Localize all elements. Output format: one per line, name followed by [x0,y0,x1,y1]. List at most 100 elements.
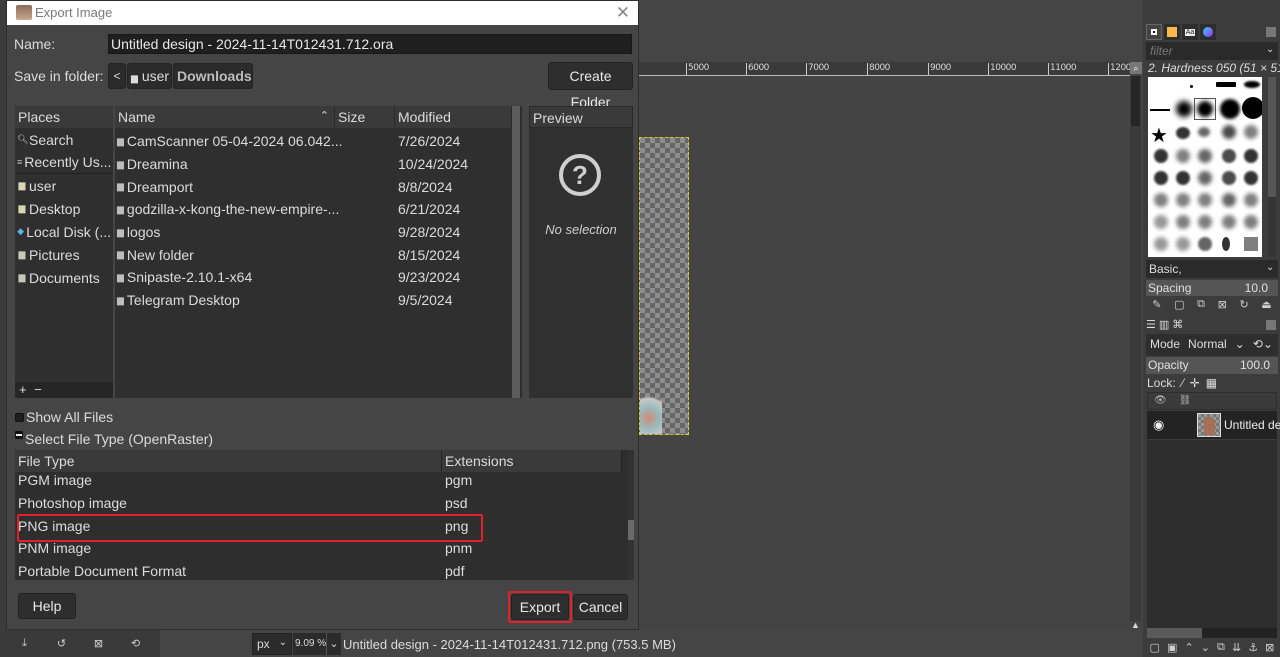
column-size[interactable]: Size [335,106,395,128]
lock-alpha-icon[interactable]: ▦ [1206,376,1217,390]
file-row[interactable]: ▆ Snipaste-2.10.1-x64 9/23/2024 [115,266,512,289]
layer-row[interactable]: ◉ Untitled de [1147,411,1280,439]
close-icon[interactable]: ✕ [616,3,630,23]
save-tool-preset-icon[interactable]: ⤓ [15,637,35,650]
brush-item[interactable] [1222,237,1230,251]
edit-brush-icon[interactable]: ✎ [1152,298,1161,311]
brush-item[interactable] [1150,109,1170,111]
opacity-spinner[interactable]: Opacity 100.0 [1146,357,1278,374]
duplicate-brush-icon[interactable]: ⧉ [1197,298,1205,311]
brush-item[interactable] [1176,127,1190,139]
show-all-files-checkbox[interactable]: Show All Files [15,409,113,425]
zoom-fit-icon[interactable]: ⌕ [1130,62,1142,74]
brush-item[interactable] [1198,171,1212,185]
brush-item[interactable] [1176,101,1192,117]
navigate-icon[interactable]: ▲ [1130,620,1141,630]
brush-item[interactable] [1198,193,1212,207]
brush-scrollbar[interactable] [1268,77,1276,257]
dialog-titlebar[interactable]: Export Image ✕ [7,1,638,25]
path-segment-downloads[interactable]: Downloads [173,63,253,89]
brush-item[interactable] [1242,97,1262,119]
column-modified[interactable]: Modified [395,106,512,128]
file-row[interactable]: ▆ New folder 8/15/2024 [115,243,512,266]
path-back-button[interactable]: < [108,63,126,89]
place-item-search[interactable]: 🔍︎ Search [15,128,113,151]
brush-item[interactable] [1154,171,1168,185]
cancel-button[interactable]: Cancel [573,594,628,620]
collapse-icon[interactable] [15,431,23,439]
checkbox[interactable] [15,412,24,422]
brush-item[interactable] [1176,215,1190,229]
open-as-image-icon[interactable]: ⏏ [1261,298,1271,311]
brush-item[interactable] [1222,125,1236,139]
brush-item[interactable] [1176,171,1190,185]
tab-gradients[interactable] [1200,24,1216,40]
brush-item[interactable] [1244,237,1258,251]
brush-item[interactable] [1154,193,1168,207]
help-button[interactable]: Help [18,593,76,619]
place-item-local-disk[interactable]: ◆ Local Disk (... [15,220,113,243]
anchor-layer-icon[interactable]: ⚓ [1248,641,1258,654]
lower-layer-icon[interactable]: ⌄ [1201,641,1210,654]
remove-bookmark-button[interactable]: − [34,382,42,397]
brush-item[interactable] [1176,237,1190,251]
file-type-row[interactable]: Photoshop image psd [15,492,622,515]
filename-input[interactable] [108,34,632,54]
dock-menu-icon[interactable] [1266,27,1276,37]
brush-item[interactable] [1244,125,1258,139]
new-layer-icon[interactable]: ▢ [1150,641,1160,654]
brush-item[interactable] [1244,81,1260,88]
composite-mode-icon[interactable]: ⟲⌄ [1253,337,1273,353]
eye-icon[interactable]: ◉ [1153,417,1164,433]
brush-item[interactable] [1190,85,1193,88]
refresh-icon[interactable]: ↻ [1239,298,1248,311]
brush-item[interactable]: ★ [1150,123,1168,148]
layer-mode-select[interactable]: Mode Normal ⌄ ⟲⌄ [1146,334,1278,356]
spacing-spinner[interactable]: Spacing 10.0 [1146,280,1278,296]
create-folder-button[interactable]: Create Folder [548,62,633,110]
brush-item[interactable] [1244,149,1258,163]
brush-item[interactable] [1222,193,1236,207]
brush-item[interactable] [1154,237,1168,251]
tab-paths[interactable]: ⌘ [1172,318,1183,331]
column-extensions[interactable]: Extensions [442,450,622,472]
brush-item[interactable] [1176,193,1190,207]
zoom-field[interactable]: 9.09 % [293,633,327,655]
scrollbar-thumb[interactable] [1268,77,1276,197]
new-layer-group-icon[interactable]: ▣ [1167,641,1177,654]
scrollbar-thumb[interactable] [512,106,520,398]
select-file-type-expander[interactable]: Select File Type (OpenRaster) [15,431,213,447]
brush-item[interactable] [1216,82,1236,87]
chevron-down-icon[interactable]: ⌄ [1266,262,1274,273]
layer-name[interactable]: Untitled de [1224,418,1280,432]
canvas-vertical-scrollbar[interactable] [1130,76,1141,621]
add-bookmark-button[interactable]: + [19,382,27,397]
file-type-row[interactable]: PGM image pgm [15,469,622,492]
export-button[interactable]: Export [511,594,569,620]
tab-patterns[interactable] [1164,24,1180,40]
file-type-row[interactable]: Portable Document Format pdf [15,560,622,580]
canvas-image[interactable] [639,137,689,435]
chevron-down-icon[interactable]: ⌄ [1266,44,1274,55]
file-row[interactable]: ▆ godzilla-x-kong-the-new-empire-... 6/21/… [115,198,512,221]
file-row[interactable]: ▆ Telegram Desktop 9/5/2024 [115,289,512,312]
brush-item[interactable] [1197,101,1213,117]
brush-filter-input[interactable]: filter [1146,42,1278,60]
new-brush-icon[interactable]: ▢ [1174,298,1184,311]
tab-fonts[interactable]: Aa [1182,24,1198,40]
layers-horizontal-scrollbar[interactable] [1147,628,1277,638]
column-file-type[interactable]: File Type [15,450,442,472]
scrollbar-thumb[interactable] [628,520,634,540]
scrollbar-thumb[interactable] [1147,628,1202,638]
column-name[interactable]: Name ⌃ [115,106,335,128]
brush-item[interactable] [1198,127,1210,137]
raise-layer-icon[interactable]: ⌃ [1184,641,1193,654]
brush-item[interactable] [1154,149,1168,163]
file-list-scrollbar[interactable] [512,106,520,398]
reset-icon[interactable]: ⟲ [126,637,146,650]
delete-brush-icon[interactable]: ⊠ [1218,298,1227,311]
place-item-documents[interactable]: ▆ Documents [15,266,113,289]
brush-item[interactable] [1198,237,1212,251]
place-item-recent[interactable]: ≡ Recently Us... [15,151,113,174]
chevron-down-icon[interactable]: ⌄ [326,633,341,655]
